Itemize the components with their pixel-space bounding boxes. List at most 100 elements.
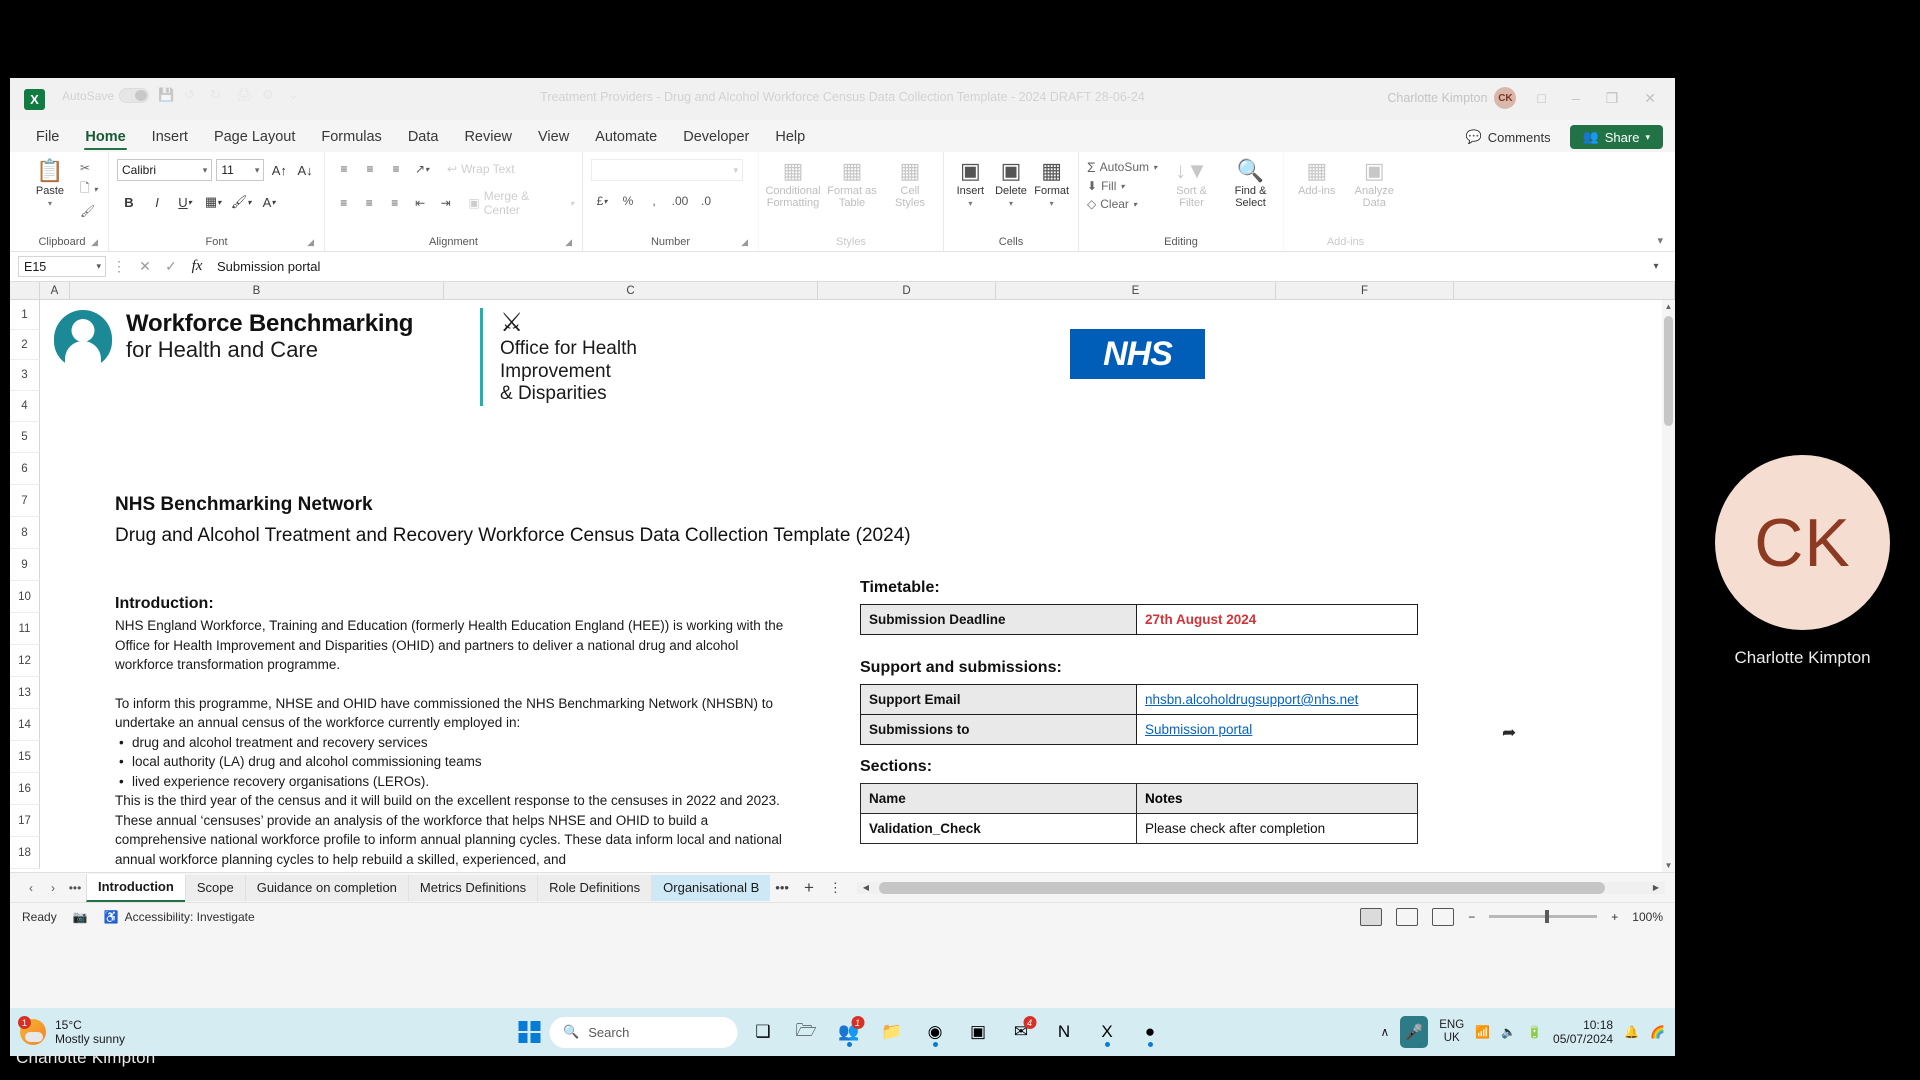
task-view-icon[interactable]: ❑ [746,1015,780,1049]
zoom-out-button[interactable]: − [1468,910,1475,924]
horizontal-scrollbar[interactable]: ◀ ▶ [856,881,1665,894]
bold-icon[interactable]: B [117,191,141,213]
sheet-tab-guidance-on-completion[interactable]: Guidance on completion [244,874,408,901]
select-all-corner[interactable] [10,282,40,299]
row-header-4[interactable]: 4 [10,391,40,422]
search-input[interactable]: 🔍 Search [549,1016,737,1048]
wrap-text-button[interactable]: ↩ Wrap Text [447,162,515,176]
add-sheet-button[interactable]: + [794,878,824,898]
font-name-combo[interactable]: Calibri ▾ [117,159,213,181]
scroll-left-icon[interactable]: ◀ [863,883,869,892]
row-header-15[interactable]: 15 [10,741,40,773]
zoom-slider[interactable] [1489,910,1598,923]
increase-indent-icon[interactable]: ⇥ [435,193,456,213]
cancel-entry-icon[interactable]: ✕ [132,258,158,275]
fill-button[interactable]: ⬇ Fill ▾ [1087,179,1157,193]
more-sheets-icon[interactable]: ••• [770,880,794,895]
column-header-D[interactable]: D [818,282,996,299]
copy-icon[interactable]: 🗋 ▾ [80,179,98,200]
addins-button[interactable]: ▦ Add-ins [1292,159,1342,198]
edge-icon[interactable]: ● [1133,1015,1167,1049]
volume-icon[interactable]: 🔈 [1501,1025,1516,1039]
sheet-tab-metrics-definitions[interactable]: Metrics Definitions [407,874,538,901]
microphone-icon[interactable]: 🎤 [1400,1016,1429,1048]
battery-charging-icon[interactable]: 🔋 [1527,1025,1542,1039]
teams-icon[interactable]: 👥 1 [832,1015,866,1049]
row-header-9[interactable]: 9 [10,549,40,581]
tab-data[interactable]: Data [396,125,451,152]
font-color-icon[interactable]: A ▾ [257,191,281,213]
align-center-icon[interactable]: ≡ [358,193,379,213]
decrease-decimal-icon[interactable]: .0 [695,191,717,211]
row-header-11[interactable]: 11 [10,613,40,645]
insert-function-icon[interactable]: fx [184,258,210,275]
minimize-button[interactable]: – [1567,90,1585,106]
excel-taskbar-icon[interactable]: X [1090,1015,1124,1049]
tab-file[interactable]: File [24,125,71,152]
column-header-E[interactable]: E [996,282,1276,299]
tab-insert[interactable]: Insert [140,125,200,152]
delete-cells-button[interactable]: ▣ Delete ▾ [993,159,1030,209]
row-header-2[interactable]: 2 [10,330,40,360]
scroll-down-icon[interactable]: ▼ [1662,861,1675,870]
column-header-C[interactable]: C [444,282,818,299]
row-header-8[interactable]: 8 [10,517,40,549]
ribbon-display-options-icon[interactable]: □ [1532,90,1550,106]
align-top-icon[interactable]: ≡ [333,159,355,179]
align-bottom-icon[interactable]: ≡ [385,159,407,179]
merge-center-button[interactable]: ▣ Merge & Center ▾ [468,189,574,217]
chevron-down-icon[interactable]: ▾ [1050,199,1054,208]
row-header-14[interactable]: 14 [10,709,40,741]
folder-icon[interactable]: 📁 [875,1015,909,1049]
page-layout-view-button[interactable] [1396,907,1419,926]
row-header-10[interactable]: 10 [10,581,40,613]
confirm-entry-icon[interactable]: ✓ [158,258,184,275]
vertical-scrollbar[interactable]: ▲ ▼ [1662,300,1675,872]
row-header-7[interactable]: 7 [10,485,40,517]
chevron-down-icon[interactable]: ▾ [96,261,101,272]
autosum-button[interactable]: Σ AutoSum ▾ [1087,159,1157,175]
chevron-down-icon[interactable]: ▾ [968,199,972,208]
sort-filter-button[interactable]: ↓▼ Sort & Filter [1167,159,1216,210]
sheet-tab-introduction[interactable]: Introduction [86,873,185,902]
comma-style-icon[interactable]: , [643,191,665,211]
row-header-1[interactable]: 1 [10,300,40,330]
clear-button[interactable]: ◇ Clear ▾ [1087,197,1157,211]
previous-sheet-button[interactable]: ‹ [20,881,42,895]
align-left-icon[interactable]: ≡ [333,193,354,213]
row-header-13[interactable]: 13 [10,677,40,709]
chrome-icon[interactable]: ◉ [918,1015,952,1049]
name-box[interactable]: E15 ▾ [18,256,106,277]
paste-button[interactable]: 📋 Paste ▾ [24,159,76,209]
increase-decimal-icon[interactable]: .00 [669,191,691,211]
format-cells-button[interactable]: ▦ Format ▾ [1033,159,1070,209]
column-header-F[interactable]: F [1276,282,1454,299]
comments-button[interactable]: 💬 Comments [1456,125,1561,149]
clock[interactable]: 10:18 05/07/2024 [1553,1018,1613,1046]
scroll-right-icon[interactable]: ▶ [1653,883,1659,892]
column-header-G[interactable] [1454,282,1675,299]
store-icon[interactable]: ▣ [961,1015,995,1049]
collapse-ribbon-icon[interactable]: ▾ [1657,234,1663,247]
sheet-overflow-icon[interactable]: ••• [64,881,86,895]
number-dialog-launcher[interactable]: ◢ [741,237,748,248]
percent-style-icon[interactable]: % [617,191,639,211]
tab-help[interactable]: Help [763,125,817,152]
row-header-3[interactable]: 3 [10,360,40,391]
page-break-view-button[interactable] [1432,907,1455,926]
row-header-5[interactable]: 5 [10,422,40,453]
zoom-slider-knob[interactable] [1545,910,1550,923]
tab-home[interactable]: Home [73,125,137,152]
show-hidden-icons-chevron-icon[interactable]: ∧ [1380,1025,1389,1039]
number-format-combo[interactable]: ▾ [591,159,743,181]
notification-bell-icon[interactable]: 🔔 [1624,1025,1639,1039]
format-as-table-button[interactable]: ▦ Format as Table [827,159,877,210]
align-right-icon[interactable]: ≡ [384,193,405,213]
copilot-icon[interactable]: 🌈 [1650,1025,1665,1039]
orientation-icon[interactable]: ↗ ▾ [411,159,433,179]
next-sheet-button[interactable]: › [42,881,64,895]
close-button[interactable]: ✕ [1639,90,1661,107]
formula-input[interactable]: Submission portal [210,256,1645,277]
file-explorer-icon[interactable]: 🗁 [789,1015,823,1049]
row-header-18[interactable]: 18 [10,837,40,869]
